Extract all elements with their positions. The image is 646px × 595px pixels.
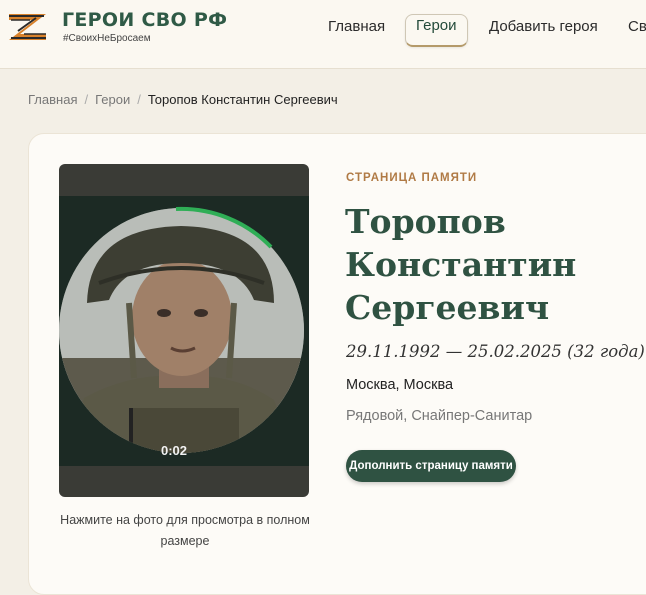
breadcrumb-separator: /	[137, 92, 141, 107]
breadcrumb: Главная / Герои / Торопов Константин Сергеев…	[28, 92, 338, 107]
memory-page-label: СТРАНИЦА ПАМЯТИ	[346, 172, 478, 184]
ribbon-z-logo-icon[interactable]	[6, 8, 50, 44]
breadcrumb-current: Торопов Константин Сергеевич	[147, 92, 338, 107]
brand-tagline: #СвоихНеБросаем	[63, 33, 151, 44]
video-time-label: 0:02	[161, 443, 188, 458]
brand-title[interactable]: ГЕРОИ СВО РФ	[62, 9, 227, 31]
add-memory-button[interactable]: Дополнить страницу памяти	[346, 450, 516, 482]
nav-more-link[interactable]: Св	[628, 18, 646, 42]
breadcrumb-home-link[interactable]: Главная	[28, 92, 77, 107]
site-header: ГЕРОИ СВО РФ #СвоихНеБросаем Главная Гер…	[0, 0, 646, 69]
hero-photo[interactable]: 0:02	[59, 164, 309, 497]
hero-location: Москва, Москва	[346, 377, 454, 393]
nav-add-hero-link[interactable]: Добавить героя	[489, 18, 598, 42]
hero-rank: Рядовой, Снайпер-Санитар	[346, 408, 533, 424]
nav-home-link[interactable]: Главная	[328, 18, 385, 42]
nav-heroes-link[interactable]: Герои	[405, 14, 468, 47]
breadcrumb-separator: /	[84, 92, 89, 107]
hero-name: Торопов Константин Сергеевич	[345, 202, 577, 327]
hero-dates: 29.11.1992 — 25.02.2025 (32 года)	[346, 342, 645, 361]
video-note-circle[interactable]	[59, 208, 304, 453]
photo-caption: Нажмите на фото для просмотра в полном р…	[60, 513, 310, 548]
breadcrumb-heroes-link[interactable]: Герои	[95, 92, 130, 107]
soldier-portrait-image	[59, 208, 304, 453]
